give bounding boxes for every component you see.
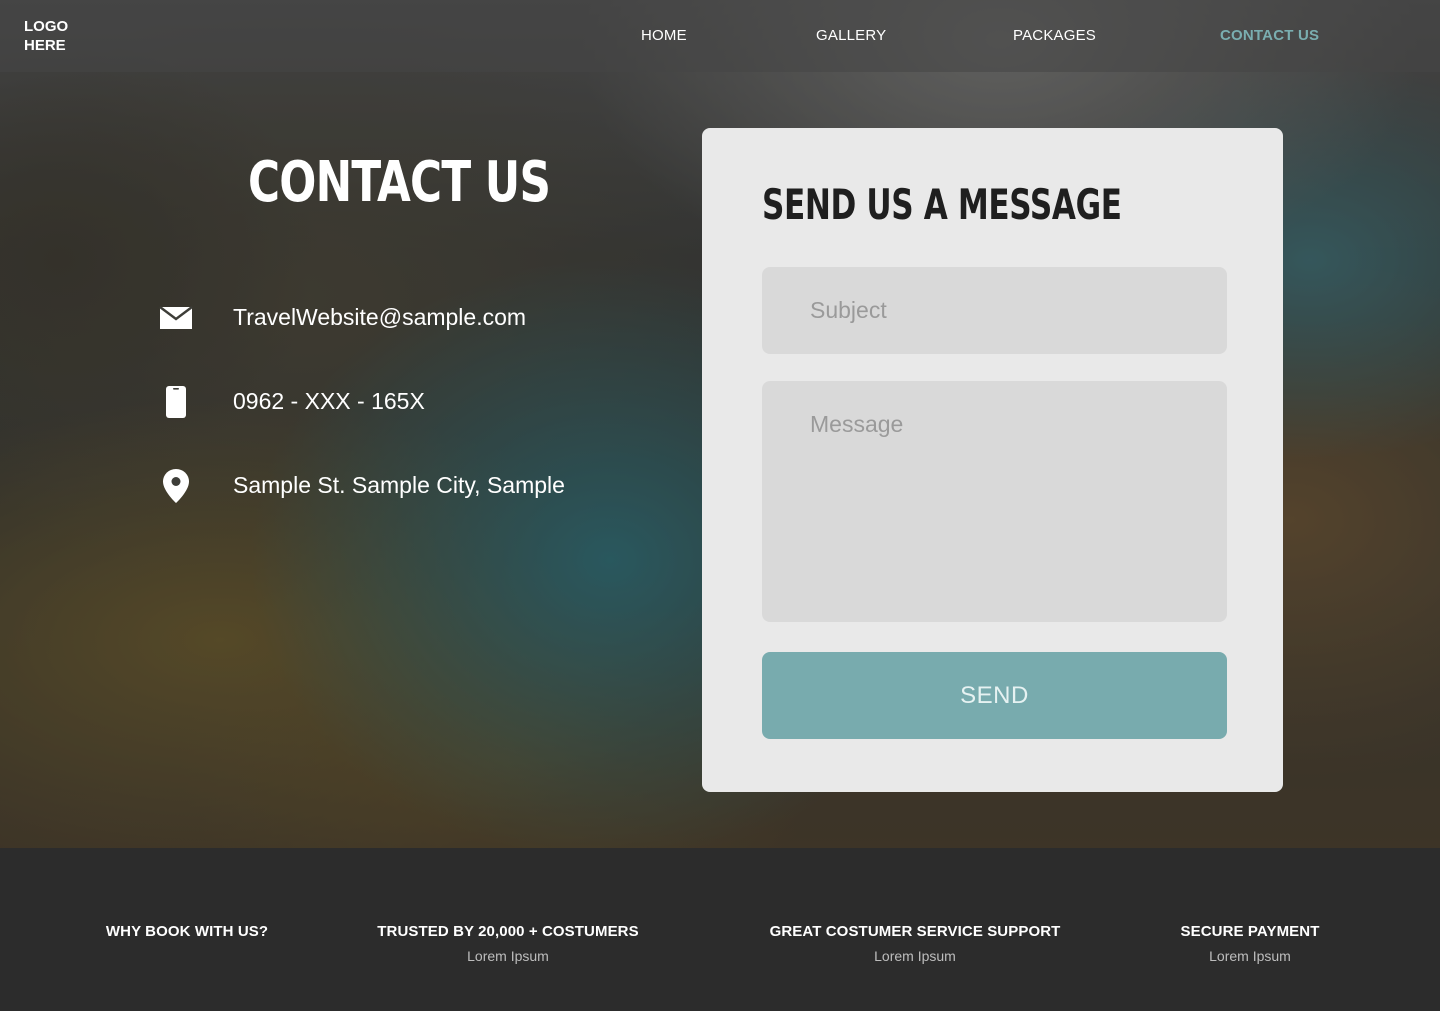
feature-title: WHY BOOK WITH US?	[105, 923, 269, 940]
nav-contact-us[interactable]: CONTACT US	[1220, 27, 1319, 44]
envelope-icon	[158, 300, 194, 336]
nav-gallery[interactable]: GALLERY	[816, 27, 886, 44]
nav-packages[interactable]: PACKAGES	[1013, 27, 1096, 44]
top-navigation-bar: LOGO HERE HOME GALLERY PACKAGES CONTACT …	[0, 0, 1440, 72]
contact-email[interactable]: TravelWebsite@sample.com	[233, 304, 526, 331]
location-pin-icon	[158, 468, 194, 504]
contact-phone[interactable]: 0962 - XXX - 165X	[233, 388, 425, 415]
feature-subtitle: Lorem Ipsum	[874, 948, 956, 964]
contact-form-card: SEND US A MESSAGE SEND	[702, 128, 1283, 792]
footer: WHY BOOK WITH US? TRUSTED BY 20,000 + CO…	[0, 848, 1440, 1011]
form-title: SEND US A MESSAGE	[762, 180, 1122, 229]
nav-home[interactable]: HOME	[641, 27, 687, 44]
feature-title: GREAT COSTUMER SERVICE SUPPORT	[769, 923, 1061, 940]
feature-subtitle: Lorem Ipsum	[1209, 948, 1291, 964]
message-textarea[interactable]	[762, 381, 1227, 622]
phone-icon	[158, 384, 194, 420]
logo[interactable]: LOGO HERE	[24, 17, 84, 55]
feature-secure-payment: SECURE PAYMENT Lorem Ipsum	[1181, 923, 1320, 964]
feature-trusted: TRUSTED BY 20,000 + COSTUMERS Lorem Ipsu…	[377, 923, 638, 964]
contact-address: Sample St. Sample City, Sample	[233, 472, 565, 498]
feature-service-support: GREAT COSTUMER SERVICE SUPPORT Lorem Ips…	[770, 923, 1061, 964]
feature-title: SECURE PAYMENT	[1180, 923, 1320, 940]
feature-subtitle: Lorem Ipsum	[467, 948, 549, 964]
feature-why-book: WHY BOOK WITH US?	[106, 923, 268, 940]
subject-input[interactable]	[762, 267, 1227, 354]
send-button[interactable]: SEND	[762, 652, 1227, 739]
feature-title: TRUSTED BY 20,000 + COSTUMERS	[377, 923, 639, 940]
page-title: CONTACT US	[248, 150, 551, 215]
